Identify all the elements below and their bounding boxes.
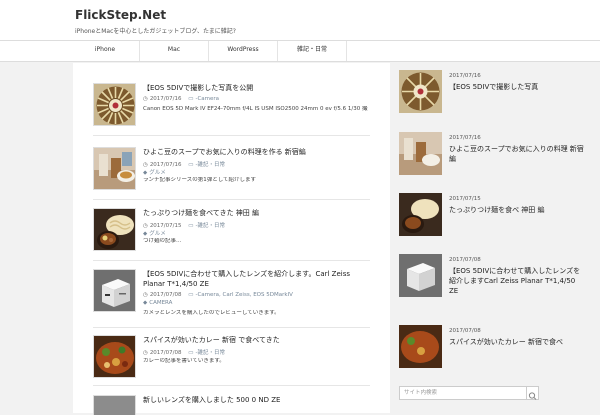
post-item: スパイスが効いたカレー 新宿 で食べてきた ◷ 2017/07/08 ▭ -雑記・日… (93, 335, 370, 386)
sidebar-post-title[interactable]: ひよこ豆のスープでお気に入りの料理 新宿編 (449, 144, 584, 164)
post-title[interactable]: たっぷりつけ麺を食べてきた 神田 編 (143, 208, 368, 218)
nav-item-mac[interactable]: Mac (140, 41, 209, 61)
post-date: 2017/07/08 (149, 350, 182, 356)
site-header: FlickStep.Net iPhoneとMacを中心としたガジェットブログ、た… (0, 0, 600, 40)
post-tags[interactable]: ◆ グルメ (143, 168, 166, 176)
sidebar-post-item[interactable]: 2017/07/08 スパイスが効いたカレー 新宿で食べ (399, 325, 599, 370)
sidebar-thumbnail-mandala[interactable] (399, 70, 442, 113)
post-list: 【EOS 5DIVで撮影した写真を公開 ◷ 2017/07/16 ▭ -Camera… (73, 63, 390, 415)
sidebar-thumbnail-food[interactable] (399, 132, 442, 175)
post-item: 新しいレンズを購入しました 500 0 ND ZE (93, 395, 370, 415)
post-tags[interactable]: ◆ CAMERA (143, 300, 172, 306)
folder-icon: ▭ (188, 223, 194, 229)
post-thumbnail-partial[interactable] (93, 395, 136, 415)
tag-icon: ◆ (143, 170, 148, 176)
post-thumbnail-curry[interactable] (93, 335, 136, 378)
post-category[interactable]: ▭ -Camera, Carl Zeiss, EOS 5DMarkIV (188, 292, 293, 298)
post-category[interactable]: ▭ -Camera (188, 96, 219, 102)
post-thumbnail-food[interactable] (93, 147, 136, 190)
sidebar-post-date: 2017/07/16 (449, 73, 481, 79)
post-excerpt: つけ麺の記事… (143, 238, 182, 244)
post-excerpt: Canon EOS 5D Mark IV EF24-70mm f/4L IS U… (143, 106, 368, 112)
nav-item-diary[interactable]: 雑記・日常 (278, 41, 347, 61)
post-title[interactable]: スパイスが効いたカレー 新宿 で食べてきた (143, 335, 368, 345)
clock-icon: ◷ (143, 96, 148, 102)
post-excerpt: カメラとレンズを購入したのでレビューしていきます。 (143, 310, 280, 316)
folder-icon: ▭ (188, 96, 194, 102)
post-title[interactable]: 【EOS 5DIVで撮影した写真を公開 (143, 83, 368, 93)
clock-icon: ◷ (143, 292, 148, 298)
search-input[interactable]: サイト内検索 (399, 386, 527, 400)
search-icon (528, 392, 537, 400)
sidebar-post-date: 2017/07/08 (449, 328, 481, 334)
sidebar-post-title[interactable]: 【EOS 5DIVで撮影した写真 (449, 82, 584, 92)
post-meta: ◷ 2017/07/16 ▭ -Camera (143, 96, 219, 102)
post-thumbnail-lens-box[interactable] (93, 269, 136, 312)
sidebar-post-item[interactable]: 2017/07/08 【EOS 5DIVに合わせて購入したレンズを紹介しますCa… (399, 254, 599, 309)
sidebar-post-item[interactable]: 2017/07/16 ひよこ豆のスープでお気に入りの料理 新宿編 (399, 132, 599, 177)
post-meta: ◷ 2017/07/08 ▭ -雑記・日常 (143, 348, 225, 356)
post-item: たっぷりつけ麺を食べてきた 神田 編 ◷ 2017/07/15 ▭ -雑記・日常 ◆… (93, 208, 370, 261)
post-item: 【EOS 5DIVに合わせて購入したレンズを紹介します。Carl Zeiss P… (93, 269, 370, 328)
folder-icon: ▭ (188, 292, 194, 298)
sidebar-post-title[interactable]: たっぷりつけ麺を食べ 神田 編 (449, 205, 584, 215)
sidebar-post-title[interactable]: スパイスが効いたカレー 新宿で食べ (449, 337, 584, 347)
sidebar-thumbnail-noodles[interactable] (399, 193, 442, 236)
nav-item-iphone[interactable]: iPhone (71, 41, 140, 61)
post-meta: ◷ 2017/07/16 ▭ -雑記・日常 (143, 160, 225, 168)
sidebar-post-date: 2017/07/16 (449, 135, 481, 141)
tag-icon: ◆ (143, 231, 148, 237)
folder-icon: ▭ (188, 162, 194, 168)
nav-item-wordpress[interactable]: WordPress (209, 41, 278, 61)
post-tags[interactable]: ◆ グルメ (143, 229, 166, 237)
post-category[interactable]: ▭ -雑記・日常 (188, 350, 225, 356)
post-item: ひよこ豆のスープでお気に入りの料理を作る 新宿編 ◷ 2017/07/16 ▭ -雑… (93, 147, 370, 200)
post-meta: ◷ 2017/07/15 ▭ -雑記・日常 (143, 221, 225, 229)
post-thumbnail-mandala[interactable] (93, 83, 136, 126)
post-title[interactable]: 【EOS 5DIVに合わせて購入したレンズを紹介します。Carl Zeiss P… (143, 269, 368, 289)
folder-icon: ▭ (188, 350, 194, 356)
post-date: 2017/07/08 (149, 292, 182, 298)
site-title[interactable]: FlickStep.Net (75, 8, 166, 22)
post-title[interactable]: 新しいレンズを購入しました 500 0 ND ZE (143, 395, 368, 405)
global-nav: iPhone Mac WordPress 雑記・日常 (0, 40, 600, 62)
sidebar-post-title[interactable]: 【EOS 5DIVに合わせて購入したレンズを紹介しますCarl Zeiss Pl… (449, 266, 584, 296)
tag-icon: ◆ (143, 300, 148, 306)
site-description: iPhoneとMacを中心としたガジェットブログ、たまに雑記? (75, 28, 236, 35)
post-title[interactable]: ひよこ豆のスープでお気に入りの料理を作る 新宿編 (143, 147, 368, 157)
post-category[interactable]: ▭ -雑記・日常 (188, 223, 225, 229)
sidebar-thumbnail-lens-box[interactable] (399, 254, 442, 297)
post-excerpt: カレーの記事を書いていきます。 (143, 358, 225, 364)
post-date: 2017/07/16 (149, 96, 182, 102)
sidebar-post-item[interactable]: 2017/07/16 【EOS 5DIVで撮影した写真 (399, 70, 599, 115)
sidebar-post-date: 2017/07/08 (449, 257, 481, 263)
sidebar-thumbnail-curry[interactable] (399, 325, 442, 368)
post-excerpt: ランチ記事シリーズの第1弾として紹介します (143, 177, 257, 183)
search-button[interactable] (527, 386, 539, 400)
clock-icon: ◷ (143, 350, 148, 356)
sidebar-post-date: 2017/07/15 (449, 196, 481, 202)
post-category[interactable]: ▭ -雑記・日常 (188, 162, 225, 168)
post-item: 【EOS 5DIVで撮影した写真を公開 ◷ 2017/07/16 ▭ -Camera… (93, 83, 370, 136)
sidebar-post-item[interactable]: 2017/07/15 たっぷりつけ麺を食べ 神田 編 (399, 193, 599, 238)
post-thumbnail-noodles[interactable] (93, 208, 136, 251)
post-meta: ◷ 2017/07/08 ▭ -Camera, Carl Zeiss, EOS 5D… (143, 292, 293, 298)
